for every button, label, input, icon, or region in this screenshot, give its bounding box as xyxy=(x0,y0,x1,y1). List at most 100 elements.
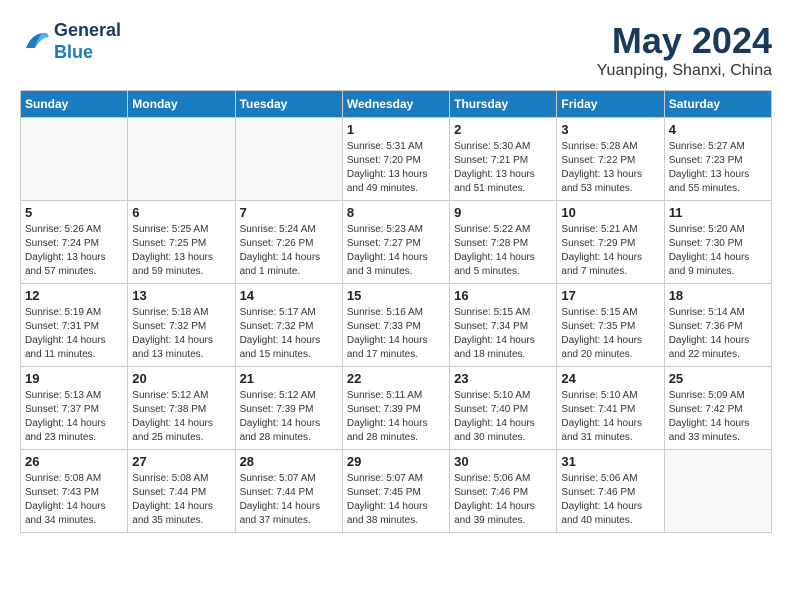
calendar-cell: 6Sunrise: 5:25 AM Sunset: 7:25 PM Daylig… xyxy=(128,201,235,284)
day-number: 1 xyxy=(347,122,445,137)
day-info: Sunrise: 5:07 AM Sunset: 7:44 PM Dayligh… xyxy=(240,472,338,528)
day-info: Sunrise: 5:17 AM Sunset: 7:32 PM Dayligh… xyxy=(240,306,338,362)
day-number: 21 xyxy=(240,371,338,386)
weekday-header: Saturday xyxy=(664,91,771,118)
title-area: May 2024 Yuanping, Shanxi, China xyxy=(597,20,772,80)
calendar-cell: 15 Sunrise: 5:16 AM Sunset: 7:33 PM Dayli… xyxy=(342,284,449,367)
page-header: General Blue May 2024 Yuanping, Shanxi, … xyxy=(20,20,772,80)
day-info: Sunrise: 5:30 AM Sunset: 7:21 PM Dayligh… xyxy=(454,140,552,196)
day-info: Sunrise: 5:07 AM Sunset: 7:45 PM Dayligh… xyxy=(347,472,445,528)
logo-icon xyxy=(20,27,50,57)
day-info: Sunrise: 5:09 AM Sunset: 7:42 PM Dayligh… xyxy=(669,389,767,445)
day-info: Sunrise: 5:28 AM Sunset: 7:22 PM Dayligh… xyxy=(561,140,659,196)
calendar-cell xyxy=(235,118,342,201)
day-number: 4 xyxy=(669,122,767,137)
calendar-week-row: 1 Sunrise: 5:31 AM Sunset: 7:20 PM Daylig… xyxy=(21,118,772,201)
day-number: 17 xyxy=(561,288,659,303)
day-info: Sunrise: 5:14 AM Sunset: 7:36 PM Dayligh… xyxy=(669,306,767,362)
day-info: Sunrise: 5:18 AM Sunset: 7:32 PM Dayligh… xyxy=(132,306,230,362)
day-number: 3 xyxy=(561,122,659,137)
calendar-cell: 24Sunrise: 5:10 AM Sunset: 7:41 PM Dayli… xyxy=(557,367,664,450)
calendar-cell: 25Sunrise: 5:09 AM Sunset: 7:42 PM Dayli… xyxy=(664,367,771,450)
calendar-cell: 17 Sunrise: 5:15 AM Sunset: 7:35 PM Dayli… xyxy=(557,284,664,367)
calendar-cell: 27 Sunrise: 5:08 AM Sunset: 7:44 PM Dayli… xyxy=(128,450,235,533)
calendar-cell: 5 Sunrise: 5:26 AM Sunset: 7:24 PM Daylig… xyxy=(21,201,128,284)
calendar-cell: 18 Sunrise: 5:14 AM Sunset: 7:36 PM Dayli… xyxy=(664,284,771,367)
location: Yuanping, Shanxi, China xyxy=(597,62,772,80)
calendar-cell: 16Sunrise: 5:15 AM Sunset: 7:34 PM Dayli… xyxy=(450,284,557,367)
day-number: 18 xyxy=(669,288,767,303)
calendar-cell: 9 Sunrise: 5:22 AM Sunset: 7:28 PM Daylig… xyxy=(450,201,557,284)
calendar-cell: 28 Sunrise: 5:07 AM Sunset: 7:44 PM Dayli… xyxy=(235,450,342,533)
calendar-cell: 23Sunrise: 5:10 AM Sunset: 7:40 PM Dayli… xyxy=(450,367,557,450)
month-year: May 2024 xyxy=(597,20,772,62)
calendar-cell: 19 Sunrise: 5:13 AM Sunset: 7:37 PM Dayli… xyxy=(21,367,128,450)
day-info: Sunrise: 5:10 AM Sunset: 7:41 PM Dayligh… xyxy=(561,389,659,445)
calendar-cell: 3 Sunrise: 5:28 AM Sunset: 7:22 PM Daylig… xyxy=(557,118,664,201)
calendar-cell: 31 Sunrise: 5:06 AM Sunset: 7:46 PM Dayli… xyxy=(557,450,664,533)
day-number: 27 xyxy=(132,454,230,469)
calendar-week-row: 12Sunrise: 5:19 AM Sunset: 7:31 PM Dayli… xyxy=(21,284,772,367)
calendar-table: SundayMondayTuesdayWednesdayThursdayFrid… xyxy=(20,90,772,533)
day-info: Sunrise: 5:21 AM Sunset: 7:29 PM Dayligh… xyxy=(561,223,659,279)
calendar-cell: 22Sunrise: 5:11 AM Sunset: 7:39 PM Dayli… xyxy=(342,367,449,450)
calendar-cell: 11 Sunrise: 5:20 AM Sunset: 7:30 PM Dayli… xyxy=(664,201,771,284)
day-info: Sunrise: 5:27 AM Sunset: 7:23 PM Dayligh… xyxy=(669,140,767,196)
weekday-header-row: SundayMondayTuesdayWednesdayThursdayFrid… xyxy=(21,91,772,118)
day-info: Sunrise: 5:24 AM Sunset: 7:26 PM Dayligh… xyxy=(240,223,338,279)
day-number: 12 xyxy=(25,288,123,303)
calendar-cell: 8 Sunrise: 5:23 AM Sunset: 7:27 PM Daylig… xyxy=(342,201,449,284)
day-info: Sunrise: 5:31 AM Sunset: 7:20 PM Dayligh… xyxy=(347,140,445,196)
day-number: 11 xyxy=(669,205,767,220)
calendar-cell xyxy=(128,118,235,201)
calendar-cell: 7 Sunrise: 5:24 AM Sunset: 7:26 PM Daylig… xyxy=(235,201,342,284)
day-number: 28 xyxy=(240,454,338,469)
day-number: 10 xyxy=(561,205,659,220)
day-info: Sunrise: 5:13 AM Sunset: 7:37 PM Dayligh… xyxy=(25,389,123,445)
day-number: 20 xyxy=(132,371,230,386)
day-info: Sunrise: 5:16 AM Sunset: 7:33 PM Dayligh… xyxy=(347,306,445,362)
day-info: Sunrise: 5:25 AM Sunset: 7:25 PM Dayligh… xyxy=(132,223,230,279)
day-number: 19 xyxy=(25,371,123,386)
calendar-cell: 4 Sunrise: 5:27 AM Sunset: 7:23 PM Daylig… xyxy=(664,118,771,201)
weekday-header: Monday xyxy=(128,91,235,118)
day-info: Sunrise: 5:08 AM Sunset: 7:44 PM Dayligh… xyxy=(132,472,230,528)
calendar-cell: 29 Sunrise: 5:07 AM Sunset: 7:45 PM Dayli… xyxy=(342,450,449,533)
calendar-cell: 10 Sunrise: 5:21 AM Sunset: 7:29 PM Dayli… xyxy=(557,201,664,284)
weekday-header: Friday xyxy=(557,91,664,118)
day-info: Sunrise: 5:12 AM Sunset: 7:38 PM Dayligh… xyxy=(132,389,230,445)
calendar-cell: 2Sunrise: 5:30 AM Sunset: 7:21 PM Daylig… xyxy=(450,118,557,201)
weekday-header: Sunday xyxy=(21,91,128,118)
calendar-week-row: 5 Sunrise: 5:26 AM Sunset: 7:24 PM Daylig… xyxy=(21,201,772,284)
day-number: 13 xyxy=(132,288,230,303)
day-info: Sunrise: 5:12 AM Sunset: 7:39 PM Dayligh… xyxy=(240,389,338,445)
day-info: Sunrise: 5:15 AM Sunset: 7:35 PM Dayligh… xyxy=(561,306,659,362)
weekday-header: Wednesday xyxy=(342,91,449,118)
day-number: 8 xyxy=(347,205,445,220)
day-info: Sunrise: 5:11 AM Sunset: 7:39 PM Dayligh… xyxy=(347,389,445,445)
weekday-header: Thursday xyxy=(450,91,557,118)
calendar-cell xyxy=(21,118,128,201)
day-number: 5 xyxy=(25,205,123,220)
day-info: Sunrise: 5:20 AM Sunset: 7:30 PM Dayligh… xyxy=(669,223,767,279)
day-number: 26 xyxy=(25,454,123,469)
logo-text: General Blue xyxy=(54,20,121,63)
day-info: Sunrise: 5:26 AM Sunset: 7:24 PM Dayligh… xyxy=(25,223,123,279)
day-info: Sunrise: 5:22 AM Sunset: 7:28 PM Dayligh… xyxy=(454,223,552,279)
logo: General Blue xyxy=(20,20,121,63)
day-info: Sunrise: 5:06 AM Sunset: 7:46 PM Dayligh… xyxy=(561,472,659,528)
day-number: 9 xyxy=(454,205,552,220)
calendar-cell: 13 Sunrise: 5:18 AM Sunset: 7:32 PM Dayli… xyxy=(128,284,235,367)
day-number: 30 xyxy=(454,454,552,469)
day-number: 29 xyxy=(347,454,445,469)
day-info: Sunrise: 5:23 AM Sunset: 7:27 PM Dayligh… xyxy=(347,223,445,279)
day-number: 16 xyxy=(454,288,552,303)
calendar-cell: 1 Sunrise: 5:31 AM Sunset: 7:20 PM Daylig… xyxy=(342,118,449,201)
calendar-cell: 30Sunrise: 5:06 AM Sunset: 7:46 PM Dayli… xyxy=(450,450,557,533)
day-number: 31 xyxy=(561,454,659,469)
day-number: 15 xyxy=(347,288,445,303)
day-number: 7 xyxy=(240,205,338,220)
calendar-cell: 21 Sunrise: 5:12 AM Sunset: 7:39 PM Dayli… xyxy=(235,367,342,450)
day-number: 14 xyxy=(240,288,338,303)
weekday-header: Tuesday xyxy=(235,91,342,118)
